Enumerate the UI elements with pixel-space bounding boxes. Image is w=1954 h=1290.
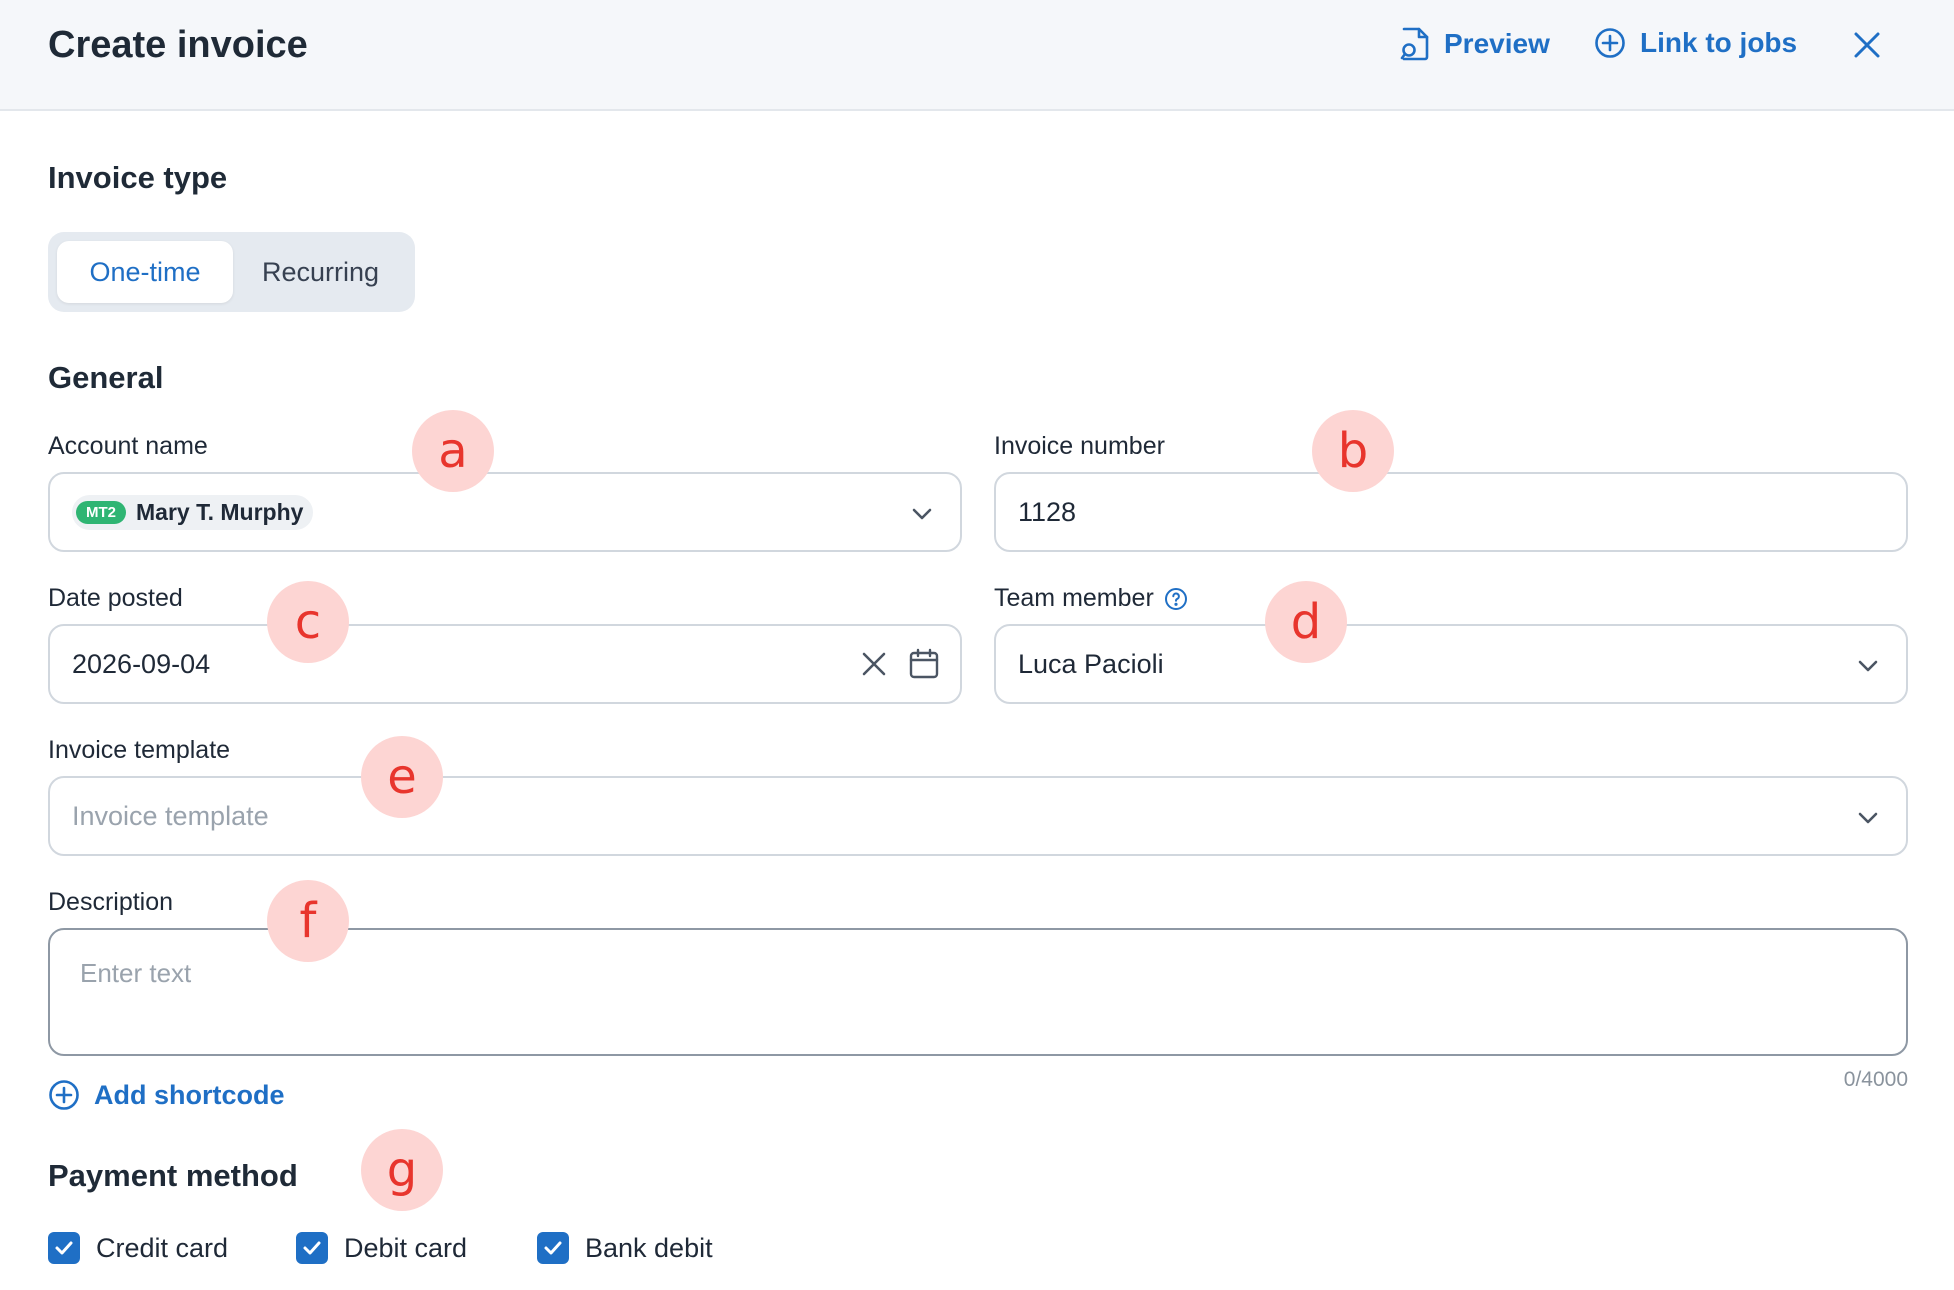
- team-member-value: Luca Pacioli: [1018, 648, 1164, 679]
- preview-label: Preview: [1444, 28, 1550, 59]
- annotation-marker-b: b: [1312, 410, 1394, 492]
- date-field-actions: [860, 648, 940, 680]
- bank-debit-label: Bank debit: [585, 1232, 713, 1263]
- annotation-marker-e: e: [361, 736, 443, 818]
- account-name-select[interactable]: MT2 Mary T. Murphy: [48, 472, 962, 552]
- plus-circle-icon: [49, 1080, 79, 1110]
- help-icon[interactable]: [1164, 587, 1188, 611]
- recurring-option[interactable]: Recurring: [233, 241, 408, 303]
- payment-method-heading: Payment method: [48, 1158, 298, 1193]
- date-posted-value: 2026-09-04: [72, 648, 211, 679]
- invoice-template-select[interactable]: Invoice template: [48, 776, 1908, 856]
- credit-card-checkbox[interactable]: Credit card: [48, 1232, 228, 1264]
- invoice-type-heading: Invoice type: [48, 160, 228, 195]
- calendar-icon[interactable]: [908, 648, 940, 680]
- bank-debit-checkbox[interactable]: Bank debit: [537, 1232, 713, 1264]
- invoice-number-label-text: Invoice number: [994, 432, 1165, 460]
- team-member-select[interactable]: Luca Pacioli: [994, 624, 1908, 704]
- credit-card-label: Credit card: [96, 1232, 229, 1263]
- close-icon: [1854, 32, 1880, 58]
- checkbox-checked: [48, 1232, 80, 1264]
- add-shortcode-label: Add shortcode: [94, 1079, 285, 1110]
- document-search-icon: [1400, 27, 1429, 61]
- chevron-down-icon: [1858, 660, 1878, 672]
- check-icon: [55, 1241, 73, 1255]
- team-member-label: Team member: [994, 584, 1188, 613]
- date-posted-label: Date posted: [48, 584, 183, 613]
- annotation-marker-c: c: [267, 581, 349, 663]
- check-icon: [544, 1241, 562, 1255]
- checkbox-checked: [537, 1232, 569, 1264]
- annotation-marker-a: a: [412, 410, 494, 492]
- page-title: Create invoice: [48, 24, 308, 66]
- account-name-value: Mary T. Murphy: [136, 498, 304, 525]
- check-icon: [303, 1241, 321, 1255]
- description-label: Description: [48, 888, 173, 917]
- invoice-number-label: Invoice number: [994, 432, 1165, 461]
- date-posted-input[interactable]: 2026-09-04: [48, 624, 962, 704]
- debit-card-label: Debit card: [344, 1232, 468, 1263]
- team-member-label-text: Team member: [994, 584, 1154, 612]
- invoice-type-toggle: One-time Recurring: [48, 232, 415, 312]
- account-chip: MT2 Mary T. Murphy: [72, 494, 314, 530]
- account-name-label: Account name: [48, 432, 208, 461]
- add-shortcode-button[interactable]: Add shortcode: [48, 1079, 285, 1111]
- annotation-marker-f: f: [267, 880, 349, 962]
- general-heading: General: [48, 360, 164, 395]
- invoice-template-label-text: Invoice template: [48, 736, 231, 764]
- checkbox-checked: [296, 1232, 328, 1264]
- invoice-template-label: Invoice template: [48, 736, 230, 765]
- date-posted-label-text: Date posted: [48, 584, 183, 612]
- chevron-down-icon: [1858, 812, 1878, 824]
- description-label-text: Description: [48, 888, 174, 916]
- annotation-marker-g: g: [361, 1129, 443, 1211]
- one-time-option[interactable]: One-time: [57, 241, 233, 303]
- invoice-number-input[interactable]: 1128: [994, 472, 1908, 552]
- invoice-number-value: 1128: [1018, 496, 1077, 527]
- clear-icon[interactable]: [860, 650, 888, 678]
- chevron-down-icon: [912, 508, 932, 520]
- annotation-marker-d: d: [1265, 581, 1347, 663]
- preview-button[interactable]: Preview: [1400, 27, 1550, 61]
- close-button[interactable]: [1852, 30, 1882, 65]
- invoice-template-placeholder: Invoice template: [72, 800, 269, 831]
- dialog-header: Create invoice Preview Link to jobs: [0, 0, 1954, 111]
- debit-card-checkbox[interactable]: Debit card: [296, 1232, 467, 1264]
- link-to-jobs-button[interactable]: Link to jobs: [1594, 27, 1797, 59]
- account-badge: MT2: [76, 500, 126, 524]
- account-name-label-text: Account name: [48, 432, 208, 460]
- link-to-jobs-label: Link to jobs: [1640, 27, 1798, 58]
- plus-circle-icon: [1595, 28, 1625, 58]
- description-placeholder: Enter text: [80, 958, 192, 988]
- character-counter: 0/4000: [1843, 1068, 1908, 1091]
